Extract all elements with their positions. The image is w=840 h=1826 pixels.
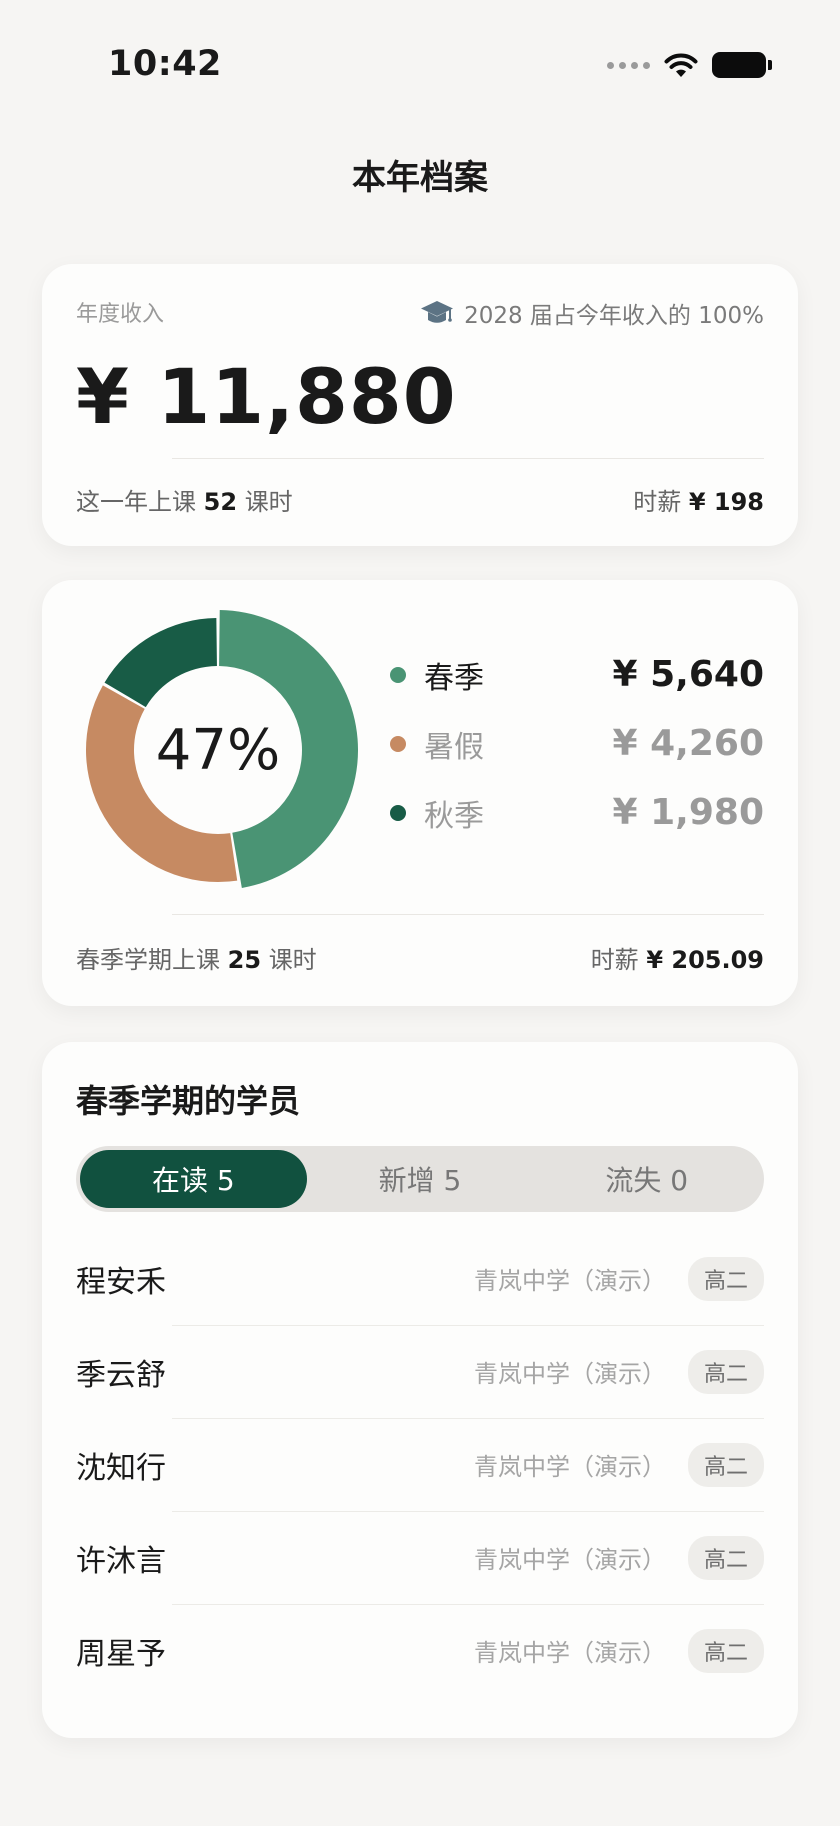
spring-lessons-count: 25: [227, 946, 262, 974]
status-time: 10:42: [108, 44, 222, 84]
legend-value: ¥ 1,980: [612, 792, 764, 833]
legend-name: 春季: [424, 660, 484, 696]
season-legend: 春季 ¥ 5,640 暑假 ¥ 4,260 秋季 ¥ 1,980: [390, 640, 764, 847]
income-amount: ¥ 11,880: [76, 352, 457, 441]
student-row[interactable]: 沈知行 青岚中学（演示） 高二: [76, 1418, 764, 1511]
season-breakdown-card: 47% 春季 ¥ 5,640 暑假 ¥ 4,260 秋季 ¥ 1,980 春季学…: [42, 580, 798, 1006]
legend-name: 秋季: [424, 798, 484, 834]
divider: [172, 458, 764, 459]
student-name: 许沐言: [76, 1543, 166, 1579]
students-section-title: 春季学期的学员: [76, 1082, 301, 1120]
student-row[interactable]: 许沐言 青岚中学（演示） 高二: [76, 1511, 764, 1604]
grade-badge: 高二: [687, 1535, 764, 1580]
student-name: 程安禾: [76, 1264, 166, 1300]
student-row[interactable]: 季云舒 青岚中学（演示） 高二: [76, 1325, 764, 1418]
student-list: 程安禾 青岚中学（演示） 高二 季云舒 青岚中学（演示） 高二 沈知行 青岚中学…: [76, 1232, 764, 1697]
student-name: 沈知行: [76, 1450, 166, 1486]
student-name: 季云舒: [76, 1357, 166, 1393]
student-row[interactable]: 程安禾 青岚中学（演示） 高二: [76, 1232, 764, 1325]
tab-new[interactable]: 新增 5: [307, 1150, 534, 1208]
legend-value: ¥ 4,260: [612, 723, 764, 764]
legend-name: 暑假: [424, 729, 484, 765]
annual-lessons: 这一年上课 52 课时: [76, 488, 293, 516]
status-bar: 10:42: [0, 0, 840, 140]
legend-row-autumn[interactable]: 秋季 ¥ 1,980: [390, 778, 764, 847]
legend-row-summer[interactable]: 暑假 ¥ 4,260: [390, 709, 764, 778]
annual-hourly-rate-value: ¥ 198: [688, 488, 764, 516]
grade-badge: 高二: [687, 1256, 764, 1301]
student-school: 青岚中学（演示）: [473, 1546, 666, 1574]
student-school: 青岚中学（演示）: [473, 1360, 666, 1388]
spring-students-card: 春季学期的学员 在读 5 新增 5 流失 0 程安禾 青岚中学（演示） 高二 季…: [42, 1042, 798, 1738]
battery-icon: [712, 52, 772, 78]
student-school: 青岚中学（演示）: [473, 1267, 666, 1295]
donut-center-percentage: 47%: [155, 717, 281, 783]
status-icons: [607, 52, 772, 78]
student-status-segmented-control: 在读 5 新增 5 流失 0: [76, 1146, 764, 1212]
page-title: 本年档案: [352, 158, 488, 198]
spring-hourly-rate: 时薪 ¥ 205.09: [590, 946, 764, 974]
tab-enrolled[interactable]: 在读 5: [80, 1150, 307, 1208]
student-name: 周星予: [76, 1636, 166, 1672]
grade-badge: 高二: [687, 1628, 764, 1673]
graduation-cap-icon: [421, 301, 454, 323]
grade-badge: 高二: [687, 1349, 764, 1394]
spring-lessons: 春季学期上课 25 课时: [76, 946, 317, 974]
annual-income-card: 年度收入 2028 届占今年收入的 100% ¥ 11,880 这一年上课 52…: [42, 264, 798, 546]
wifi-icon: [664, 53, 698, 77]
cellular-signal-icon: [607, 61, 650, 69]
annual-lessons-count: 52: [203, 488, 238, 516]
student-school: 青岚中学（演示）: [473, 1639, 666, 1667]
student-row[interactable]: 周星予 青岚中学（演示） 高二: [76, 1604, 764, 1697]
autumn-color-dot: [390, 804, 406, 821]
income-label: 年度收入: [76, 302, 165, 327]
legend-value: ¥ 5,640: [612, 654, 764, 695]
legend-row-spring[interactable]: 春季 ¥ 5,640: [390, 640, 764, 709]
summer-color-dot: [390, 735, 406, 752]
income-note-text: 2028 届占今年收入的 100%: [464, 303, 764, 329]
tab-churned[interactable]: 流失 0: [533, 1150, 760, 1208]
annual-hourly-rate: 时薪 ¥ 198: [633, 488, 764, 516]
divider: [172, 914, 764, 915]
income-cohort-note: 2028 届占今年收入的 100%: [420, 296, 764, 330]
spring-color-dot: [390, 666, 406, 683]
student-school: 青岚中学（演示）: [473, 1453, 666, 1481]
grade-badge: 高二: [687, 1442, 764, 1487]
spring-hourly-rate-value: ¥ 205.09: [646, 946, 764, 974]
